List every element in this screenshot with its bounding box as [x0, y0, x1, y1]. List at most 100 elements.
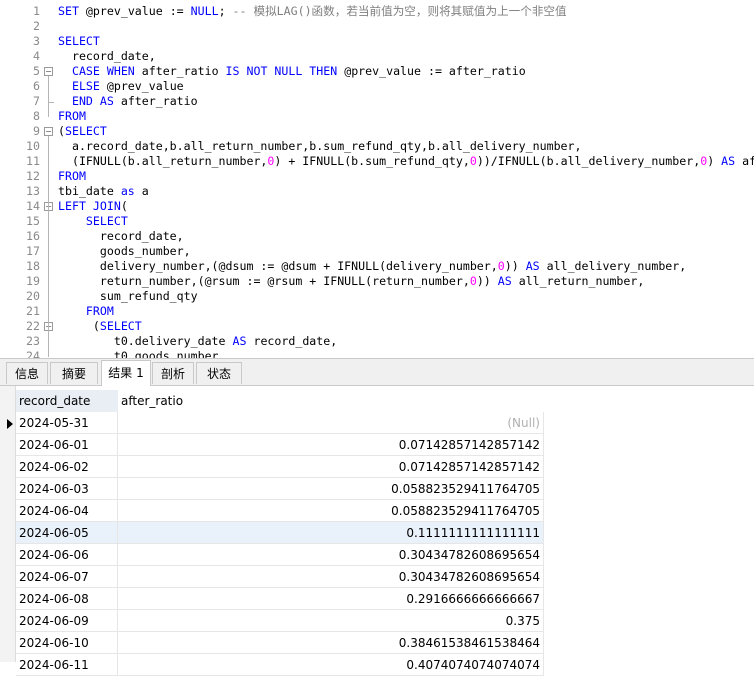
- table-row[interactable]: 2024-06-05 0.1111111111111111: [16, 522, 544, 544]
- code-text: SELECT: [58, 34, 100, 48]
- fold-toggle-icon[interactable]: −: [44, 67, 53, 76]
- table-row[interactable]: 2024-06-07 0.30434782608695654: [16, 566, 544, 588]
- table-row[interactable]: 2024-05-31 (Null): [16, 412, 544, 434]
- line-number: 22: [26, 319, 40, 333]
- code-line[interactable]: 6 ELSE @prev_value: [0, 79, 754, 94]
- line-number: 7: [33, 94, 40, 108]
- cell-record-date[interactable]: 2024-06-11: [16, 654, 118, 676]
- code-text: SELECT: [85, 214, 128, 228]
- cell-record-date[interactable]: 2024-06-04: [16, 500, 118, 522]
- line-number: 21: [26, 304, 40, 318]
- code-line[interactable]: 20 sum_refund_qty: [0, 289, 754, 304]
- code-line[interactable]: 4 record_date,: [0, 49, 754, 64]
- line-number: 14: [26, 199, 40, 213]
- tab-status[interactable]: 状态: [196, 362, 242, 384]
- cell-after-ratio[interactable]: 0.058823529411764705: [118, 478, 544, 500]
- cell-after-ratio[interactable]: 0.07142857142857142: [118, 434, 544, 456]
- cell-record-date[interactable]: 2024-06-09: [16, 610, 118, 632]
- cell-record-date[interactable]: 2024-06-01: [16, 434, 118, 456]
- table-row[interactable]: 2024-06-08 0.2916666666666667: [16, 588, 544, 610]
- column-header-record-date[interactable]: record_date: [16, 390, 118, 412]
- code-line[interactable]: 16 record_date,: [0, 229, 754, 244]
- code-line[interactable]: 17 goods_number,: [0, 244, 754, 259]
- code-text: goods_number,: [58, 244, 191, 258]
- cell-record-date[interactable]: 2024-06-02: [16, 456, 118, 478]
- code-line[interactable]: 21 FROM: [0, 304, 754, 319]
- table-row[interactable]: 2024-06-10 0.38461538461538464: [16, 632, 544, 654]
- table-row[interactable]: 2024-06-03 0.058823529411764705: [16, 478, 544, 500]
- code-line[interactable]: 11 (IFNULL(b.all_return_number,0) + IFNU…: [0, 154, 754, 169]
- cell-record-date[interactable]: 2024-05-31: [16, 412, 118, 434]
- cell-after-ratio[interactable]: 0.058823529411764705: [118, 500, 544, 522]
- code-line[interactable]: 14−LEFT JOIN(: [0, 199, 754, 214]
- cell-after-ratio[interactable]: 0.38461538461538464: [118, 632, 544, 654]
- tab-result-1[interactable]: 结果 1: [101, 360, 151, 386]
- tab-summary[interactable]: 摘要: [50, 362, 98, 384]
- fold-toggle-icon[interactable]: −: [44, 127, 53, 136]
- table-row[interactable]: 2024-06-01 0.07142857142857142: [16, 434, 544, 456]
- line-number: 10: [26, 139, 40, 153]
- code-line[interactable]: 19 return_number,(@rsum := @rsum + IFNUL…: [0, 274, 754, 289]
- code-line[interactable]: 5− CASE WHEN after_ratio IS NOT NULL THE…: [0, 64, 754, 79]
- line-number: 17: [26, 244, 40, 258]
- code-line[interactable]: 13 tbi_date as a: [0, 184, 754, 199]
- line-number: 4: [33, 49, 40, 63]
- table-row[interactable]: 2024-06-02 0.07142857142857142: [16, 456, 544, 478]
- line-number: 19: [26, 274, 40, 288]
- code-text: CASE WHEN after_ratio IS NOT NULL THEN @…: [71, 64, 526, 78]
- code-line[interactable]: 15 SELECT: [0, 214, 754, 229]
- result-tabs: 信息 摘要 结果 1 剖析 状态: [0, 358, 754, 386]
- code-line[interactable]: 22− (SELECT: [0, 319, 754, 334]
- fold-guide: [48, 136, 49, 357]
- cell-record-date[interactable]: 2024-06-08: [16, 588, 118, 610]
- code-line[interactable]: 7 END AS after_ratio: [0, 94, 754, 109]
- result-grid[interactable]: record_date after_ratio 2024-05-31 (Null)…: [0, 386, 754, 676]
- cell-record-date[interactable]: 2024-06-07: [16, 566, 118, 588]
- code-text: END AS after_ratio: [71, 94, 198, 108]
- code-line[interactable]: 8 FROM: [0, 109, 754, 124]
- cell-record-date[interactable]: 2024-06-10: [16, 632, 118, 654]
- cell-after-ratio[interactable]: 0.07142857142857142: [118, 456, 544, 478]
- code-line[interactable]: 9− (SELECT: [0, 124, 754, 139]
- code-line[interactable]: 12 FROM: [0, 169, 754, 184]
- table-row[interactable]: 2024-06-06 0.30434782608695654: [16, 544, 544, 566]
- code-text: FROM: [85, 304, 114, 318]
- cell-after-ratio[interactable]: 0.30434782608695654: [118, 544, 544, 566]
- cell-record-date[interactable]: 2024-06-06: [16, 544, 118, 566]
- cell-after-ratio[interactable]: 0.375: [118, 610, 544, 632]
- table-row[interactable]: 2024-06-09 0.375: [16, 610, 544, 632]
- line-number: 16: [26, 229, 40, 243]
- line-number: 1: [33, 4, 40, 18]
- code-line[interactable]: 10 a.record_date,b.all_return_number,b.s…: [0, 139, 754, 154]
- code-text: (SELECT: [58, 319, 142, 333]
- code-text: SET @prev_value := NULL; -- 模拟LAG()函数，若当…: [58, 4, 567, 18]
- line-number: 12: [26, 169, 40, 183]
- code-line[interactable]: 23 t0.delivery_date AS record_date,: [0, 334, 754, 349]
- code-line[interactable]: 3 SELECT: [0, 34, 754, 49]
- cell-after-ratio[interactable]: 0.2916666666666667: [118, 588, 544, 610]
- column-header-after-ratio[interactable]: after_ratio: [118, 390, 544, 412]
- cell-record-date[interactable]: 2024-06-03: [16, 478, 118, 500]
- line-number: 8: [33, 109, 40, 123]
- tab-profile[interactable]: 剖析: [152, 362, 194, 384]
- code-line[interactable]: 24 t0.goods_number,: [0, 349, 754, 358]
- current-row-indicator-icon: [7, 419, 13, 429]
- code-text: FROM: [58, 169, 86, 183]
- line-number: 23: [26, 334, 40, 348]
- sql-editor[interactable]: 1 SET @prev_value := NULL; -- 模拟LAG()函数，若…: [0, 0, 754, 358]
- cell-record-date[interactable]: 2024-06-05: [16, 522, 118, 544]
- code-line[interactable]: 18 delivery_number,(@dsum := @dsum + IFN…: [0, 259, 754, 274]
- line-number: 13: [26, 184, 40, 198]
- code-line[interactable]: 1 SET @prev_value := NULL; -- 模拟LAG()函数，若…: [0, 4, 754, 19]
- cell-after-ratio[interactable]: 0.30434782608695654: [118, 566, 544, 588]
- cell-after-ratio[interactable]: 0.1111111111111111: [118, 522, 544, 544]
- code-text: record_date,: [58, 49, 156, 63]
- tab-info[interactable]: 信息: [6, 362, 48, 384]
- cell-after-ratio[interactable]: (Null): [118, 412, 544, 434]
- line-number: 11: [26, 154, 40, 168]
- table-row[interactable]: 2024-06-04 0.058823529411764705: [16, 500, 544, 522]
- line-number: 3: [33, 34, 40, 48]
- table-row[interactable]: 2024-06-11 0.4074074074074074: [16, 654, 544, 676]
- code-line[interactable]: 2: [0, 19, 754, 34]
- cell-after-ratio[interactable]: 0.4074074074074074: [118, 654, 544, 676]
